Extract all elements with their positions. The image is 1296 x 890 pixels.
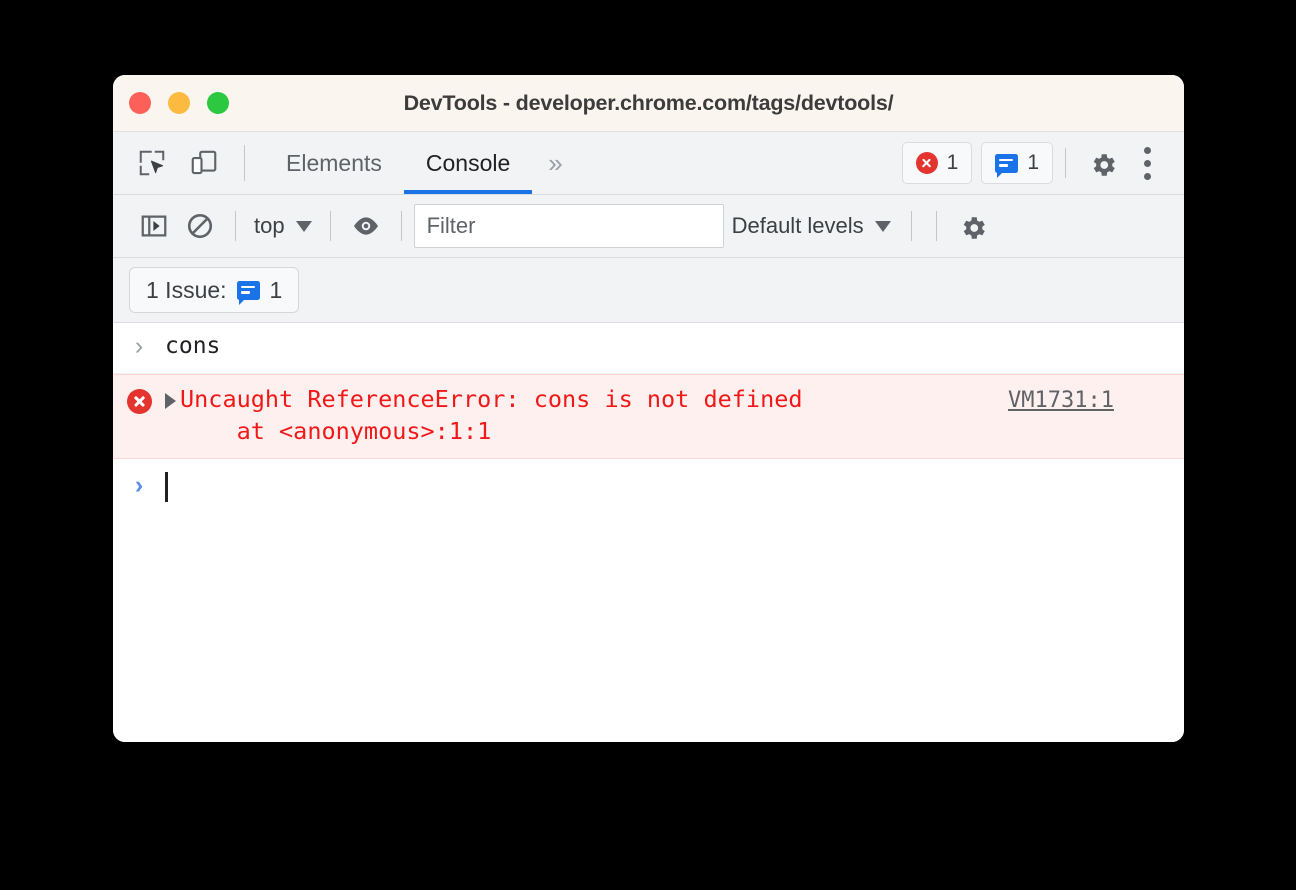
issues-count: 1	[269, 276, 283, 303]
window-title: DevTools - developer.chrome.com/tags/dev…	[403, 90, 894, 115]
issues-label: 1 Issue:	[146, 276, 227, 303]
text-cursor	[165, 471, 168, 502]
more-tabs-icon[interactable]: »	[532, 132, 578, 194]
console-error-message[interactable]: Uncaught ReferenceError: cons is not def…	[113, 374, 1184, 459]
log-levels-label: Default levels	[731, 213, 864, 238]
minimize-window-button[interactable]	[168, 92, 190, 114]
error-source-link[interactable]: VM1731:1	[1008, 388, 1114, 413]
issue-count-label: 1	[1027, 151, 1039, 174]
error-message-line2: at <anonymous>:1:1	[180, 417, 492, 446]
chevron-down-icon	[874, 220, 891, 232]
device-toolbar-icon[interactable]	[181, 140, 227, 186]
gear-icon[interactable]	[1078, 140, 1124, 186]
clear-console-icon[interactable]	[177, 203, 223, 249]
console-toolbar-divider-1	[235, 211, 236, 241]
input-chevron-icon: ›	[134, 470, 144, 499]
issues-bar: 1 Issue: 1	[113, 258, 1184, 323]
tab-console[interactable]: Console	[403, 132, 533, 194]
input-prompt-icon-cell: ›	[113, 471, 165, 498]
traffic-light-group	[129, 92, 229, 114]
error-circle-icon	[915, 152, 938, 174]
error-count-button[interactable]: 1	[901, 142, 973, 184]
tab-elements-label: Elements	[286, 149, 382, 176]
window-titlebar: DevTools - developer.chrome.com/tags/dev…	[113, 75, 1184, 132]
console-input-row[interactable]: ›	[113, 459, 1184, 502]
console-toolbar-divider-5	[935, 211, 937, 241]
log-levels-selector[interactable]: Default levels	[724, 213, 899, 239]
console-message-list: › cons Uncaught ReferenceError: cons is …	[113, 323, 1184, 742]
console-toolbar-divider-4	[910, 211, 912, 241]
execution-context-selector[interactable]: top	[248, 213, 318, 239]
devtools-window: DevTools - developer.chrome.com/tags/dev…	[113, 75, 1184, 742]
inspect-element-icon[interactable]	[129, 140, 175, 186]
console-toolbar-divider-3	[400, 211, 402, 241]
tab-elements[interactable]: Elements	[264, 132, 404, 194]
command-chevron-icon: ›	[134, 332, 144, 360]
eye-icon[interactable]	[343, 203, 389, 249]
console-command-row[interactable]: › cons	[113, 323, 1184, 374]
kebab-menu-icon[interactable]	[1124, 140, 1170, 186]
console-sidebar-icon[interactable]	[131, 203, 177, 249]
chevron-down-icon	[295, 220, 312, 232]
filter-input[interactable]	[413, 204, 724, 248]
tab-console-label: Console	[425, 149, 511, 176]
error-message-text: Uncaught ReferenceError: cons is not def…	[180, 383, 1008, 448]
tabbar-divider	[244, 145, 245, 181]
expand-triangle-icon[interactable]	[165, 393, 176, 409]
devtools-tabbar: Elements Console » 1 1	[113, 132, 1184, 195]
error-icon-cell	[113, 383, 165, 414]
console-toolbar-divider-2	[329, 211, 331, 241]
issue-count-button[interactable]: 1	[981, 142, 1053, 184]
maximize-window-button[interactable]	[207, 92, 229, 114]
message-bubble-icon	[995, 153, 1019, 178]
console-settings-gear-icon[interactable]	[949, 203, 995, 249]
message-bubble-icon	[236, 280, 260, 305]
console-toolbar: top Default levels	[113, 195, 1184, 258]
error-message-line1: Uncaught ReferenceError: cons is not def…	[180, 385, 803, 413]
command-text: cons	[165, 333, 221, 359]
issues-summary-button[interactable]: 1 Issue: 1	[129, 267, 300, 313]
error-circle-icon	[126, 389, 152, 414]
tabbar-right-divider	[1065, 148, 1066, 178]
close-window-button[interactable]	[129, 92, 151, 114]
execution-context-label: top	[254, 213, 285, 238]
panel-tabs: Elements Console »	[264, 132, 579, 194]
error-count-label: 1	[946, 151, 959, 174]
command-prompt-icon-cell: ›	[113, 332, 165, 359]
tabbar-right-controls: 1 1	[893, 132, 1184, 194]
